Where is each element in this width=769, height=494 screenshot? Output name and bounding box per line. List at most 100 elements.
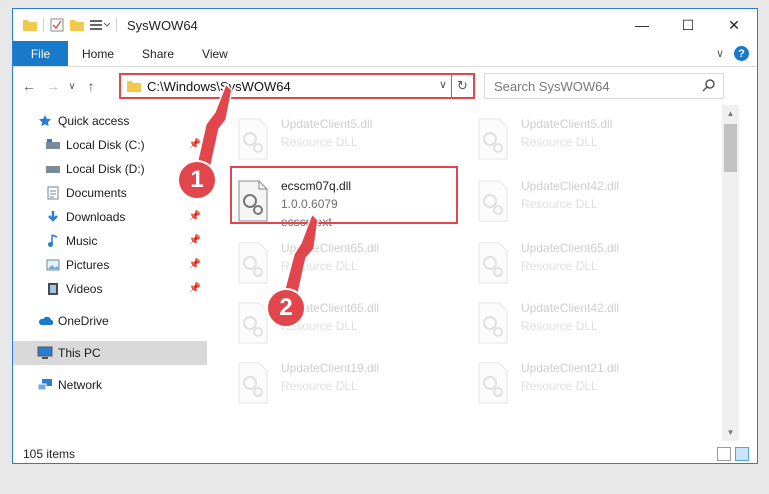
sidebar-item-videos[interactable]: Videos 📌 xyxy=(13,277,207,301)
sidebar-item-local-disk-c[interactable]: Local Disk (C:) 📌 xyxy=(13,133,207,157)
sidebar-item-label: Documents xyxy=(66,186,127,200)
sidebar-item-label: Local Disk (D:) xyxy=(66,162,145,176)
title-bar: SysWOW64 — ☐ ✕ xyxy=(13,9,757,41)
dll-file-icon xyxy=(478,362,508,404)
pin-icon[interactable]: 📌 xyxy=(189,235,201,246)
folder-icon xyxy=(127,81,141,92)
sidebar-item-label: Music xyxy=(66,234,98,248)
dll-file-icon xyxy=(238,242,268,284)
maximize-button[interactable]: ☐ xyxy=(665,9,711,41)
file-description: Resource DLL xyxy=(281,135,358,149)
customize-toolbar-icon[interactable] xyxy=(90,19,110,31)
file-name: UpdateClient5.dll xyxy=(521,117,613,131)
search-placeholder: Search SysWOW64 xyxy=(494,78,610,94)
view-toggle xyxy=(717,447,749,461)
vertical-scrollbar[interactable]: ▲ ▼ xyxy=(722,105,739,441)
file-name: UpdateClient5.dll xyxy=(281,117,373,131)
file-item[interactable]: UpdateClient19.dll Resource DLL xyxy=(231,357,461,415)
sidebar-item-downloads[interactable]: Downloads 📌 xyxy=(13,205,207,229)
dll-file-icon xyxy=(238,362,268,404)
navigation-bar: ← → ∨ ↑ C:\Windows\SysWOW64 ∨ ↻ Search S… xyxy=(13,68,757,104)
file-item[interactable]: UpdateClient5.dll Resource DLL xyxy=(231,113,461,171)
address-bar[interactable]: C:\Windows\SysWOW64 ∨ ↻ xyxy=(119,73,475,99)
scrollbar-thumb[interactable] xyxy=(724,124,737,172)
properties-icon[interactable] xyxy=(50,18,64,32)
file-item[interactable]: UpdateClient42.dll Resource DLL xyxy=(471,175,701,233)
status-bar: 105 items xyxy=(13,443,757,463)
file-item[interactable]: UpdateClient5.dll Resource DLL xyxy=(471,113,701,171)
dll-file-icon xyxy=(478,302,508,344)
drive-icon xyxy=(45,137,61,153)
dll-file-icon xyxy=(478,118,508,160)
tiles-view-icon[interactable] xyxy=(735,447,749,461)
sidebar-item-quick-access[interactable]: Quick access xyxy=(13,109,207,133)
file-name: UpdateClient42.dll xyxy=(521,179,620,193)
expand-ribbon-icon[interactable]: ∨ xyxy=(716,47,724,60)
file-item[interactable]: UpdateClient21.dll Resource DLL xyxy=(471,357,701,415)
sidebar-item-label: This PC xyxy=(58,346,101,360)
recent-locations-icon[interactable]: ∨ xyxy=(65,81,79,92)
details-view-icon[interactable] xyxy=(717,447,731,461)
pin-icon[interactable]: 📌 xyxy=(189,139,201,150)
tab-file[interactable]: File xyxy=(13,41,68,66)
search-icon xyxy=(702,79,715,92)
sidebar-item-pictures[interactable]: Pictures 📌 xyxy=(13,253,207,277)
up-arrow-icon[interactable]: ↑ xyxy=(79,78,103,94)
file-description: Resource DLL xyxy=(281,259,358,273)
sidebar-item-label: Local Disk (C:) xyxy=(66,138,145,152)
pin-icon[interactable]: 📌 xyxy=(189,283,201,294)
file-item[interactable]: UpdateClient65.dll Resource DLL xyxy=(231,237,461,295)
downloads-icon xyxy=(45,209,61,225)
dll-file-icon xyxy=(478,242,508,284)
step-callout-1: 1 xyxy=(177,160,217,200)
sidebar-item-label: Videos xyxy=(66,282,103,296)
step-callout-2: 2 xyxy=(266,288,306,328)
dll-file-icon xyxy=(478,180,508,222)
minimize-button[interactable]: — xyxy=(619,9,665,41)
star-icon xyxy=(37,113,53,129)
sidebar-item-this-pc[interactable]: This PC xyxy=(13,341,207,365)
file-name: UpdateClient65.dll xyxy=(281,241,380,255)
computer-icon xyxy=(37,345,53,361)
title-divider xyxy=(116,18,117,32)
back-arrow-icon[interactable]: ← xyxy=(17,78,41,94)
file-item[interactable]: UpdateClient65.dll Resource DLL xyxy=(471,237,701,295)
toolbar-divider xyxy=(43,18,44,32)
drive-icon xyxy=(45,161,61,177)
sidebar-item-label: Pictures xyxy=(66,258,110,272)
new-folder-icon[interactable] xyxy=(70,19,84,31)
tab-view[interactable]: View xyxy=(188,41,242,66)
address-dropdown-icon[interactable]: ∨ xyxy=(439,78,447,91)
cloud-icon xyxy=(37,313,53,329)
item-count: 105 items xyxy=(23,447,76,461)
videos-icon xyxy=(45,281,61,297)
refresh-icon[interactable]: ↻ xyxy=(451,75,473,97)
quick-access-toolbar xyxy=(13,18,110,32)
sidebar-item-onedrive[interactable]: OneDrive xyxy=(13,309,207,333)
file-item[interactable]: UpdateClient42.dll Resource DLL xyxy=(471,297,701,355)
pin-icon[interactable]: 📌 xyxy=(189,259,201,270)
sidebar-item-network[interactable]: Network xyxy=(13,373,207,397)
file-description: Resource DLL xyxy=(281,379,358,393)
address-path[interactable]: C:\Windows\SysWOW64 xyxy=(147,79,291,94)
help-icon[interactable]: ? xyxy=(734,46,749,61)
tab-share[interactable]: Share xyxy=(128,41,188,66)
file-name: UpdateClient21.dll xyxy=(521,361,620,375)
forward-arrow-icon[interactable]: → xyxy=(41,78,65,94)
music-icon xyxy=(45,233,61,249)
file-description: Resource DLL xyxy=(521,197,598,211)
file-name: UpdateClient19.dll xyxy=(281,361,380,375)
file-description: Resource DLL xyxy=(521,379,598,393)
scroll-up-icon[interactable]: ▲ xyxy=(722,105,739,122)
close-button[interactable]: ✕ xyxy=(711,9,757,41)
search-input[interactable]: Search SysWOW64 xyxy=(484,73,724,99)
network-icon xyxy=(37,377,53,393)
file-description: Resource DLL xyxy=(521,259,598,273)
tab-home[interactable]: Home xyxy=(68,41,128,66)
file-description: Resource DLL xyxy=(521,135,598,149)
sidebar-item-label: Quick access xyxy=(58,114,130,128)
scroll-down-icon[interactable]: ▼ xyxy=(722,424,739,441)
sidebar-item-music[interactable]: Music 📌 xyxy=(13,229,207,253)
explorer-window: SysWOW64 — ☐ ✕ File Home Share View ∨ ? … xyxy=(12,8,758,464)
pin-icon[interactable]: 📌 xyxy=(189,211,201,222)
